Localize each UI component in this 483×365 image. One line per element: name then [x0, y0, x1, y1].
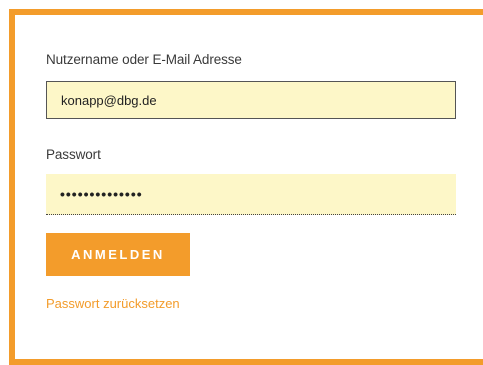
- username-field[interactable]: konapp@dbg.de: [46, 81, 456, 119]
- panel-border-top: [9, 9, 483, 15]
- panel-border-left: [9, 9, 15, 365]
- panel-border-bottom: [9, 359, 483, 365]
- password-label: Passwort: [46, 147, 101, 162]
- username-value: konapp@dbg.de: [61, 92, 157, 108]
- password-field[interactable]: ••••••••••••••: [46, 174, 456, 215]
- password-value: ••••••••••••••: [60, 186, 143, 202]
- reset-password-link[interactable]: Passwort zurücksetzen: [46, 296, 180, 311]
- username-label: Nutzername oder E-Mail Adresse: [46, 52, 242, 67]
- login-button[interactable]: ANMELDEN: [46, 233, 190, 276]
- login-panel: Nutzername oder E-Mail Adresse konapp@db…: [0, 0, 483, 365]
